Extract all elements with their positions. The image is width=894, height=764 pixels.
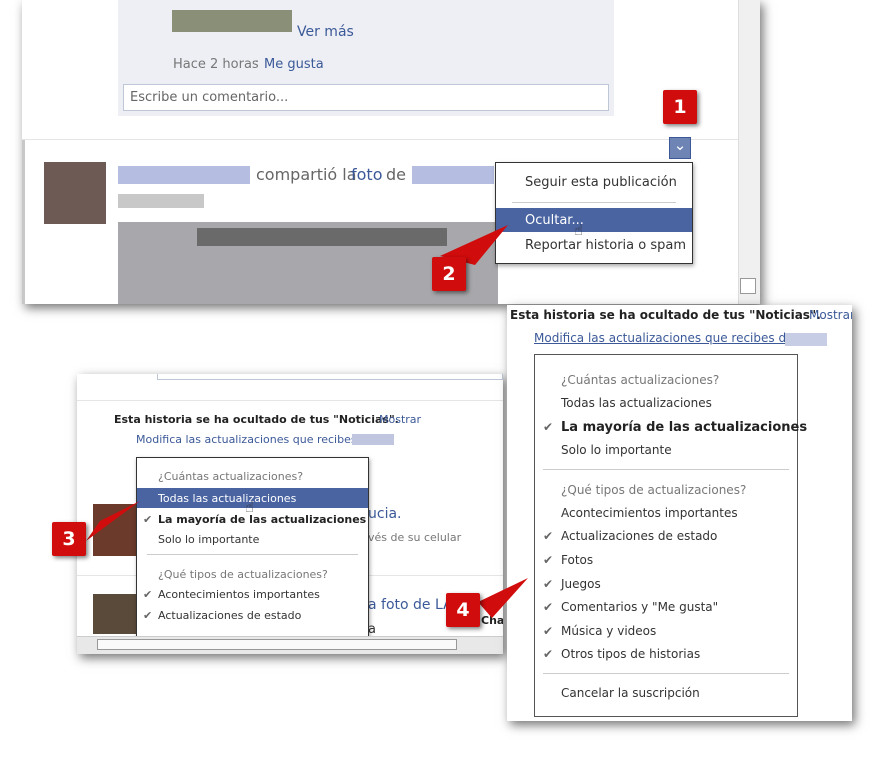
step-badge-3: 3 xyxy=(52,522,86,556)
pointer-4 xyxy=(478,578,528,618)
step-badge-4: 4 xyxy=(446,593,480,627)
step-badge-1: 1 xyxy=(663,90,697,124)
pointer-3 xyxy=(86,501,140,541)
callout-pointers xyxy=(86,225,528,618)
step-badge-2: 2 xyxy=(432,257,466,291)
